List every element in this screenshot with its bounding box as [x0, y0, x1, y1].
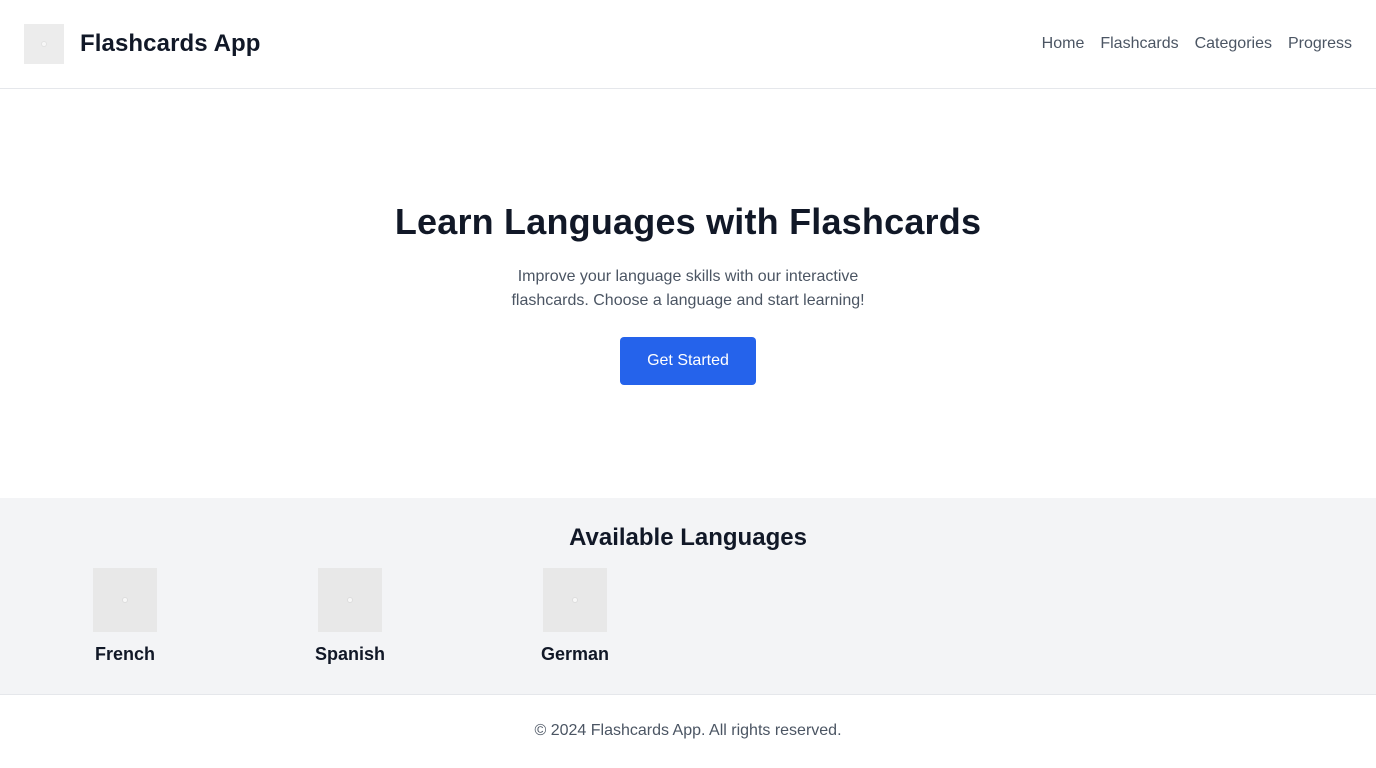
copyright-text: © 2024 Flashcards App. All rights reserv…: [534, 722, 842, 739]
french-flag-icon: [93, 568, 157, 632]
brand[interactable]: Flashcards App: [24, 24, 261, 64]
languages-heading: Available Languages: [569, 524, 807, 551]
site-footer: © 2024 Flashcards App. All rights reserv…: [0, 695, 1376, 767]
hero-section: Learn Languages with Flashcards Improve …: [0, 89, 1376, 498]
nav-link-progress[interactable]: Progress: [1288, 35, 1352, 53]
languages-section: Available Languages French Spanish Germa…: [0, 498, 1376, 695]
nav-link-home[interactable]: Home: [1042, 35, 1085, 53]
hero-description: Improve your language skills with our in…: [511, 268, 865, 309]
nav-link-categories[interactable]: Categories: [1195, 35, 1272, 53]
german-flag-icon: [543, 568, 607, 632]
get-started-button[interactable]: Get Started: [620, 337, 756, 385]
language-card-german[interactable]: German: [540, 568, 610, 665]
spanish-flag-icon: [318, 568, 382, 632]
language-name: German: [540, 644, 610, 664]
hero-title: Learn Languages with Flashcards: [394, 201, 982, 242]
language-card-french[interactable]: French: [93, 568, 157, 665]
language-name: Spanish: [315, 644, 386, 664]
language-list: French Spanish German: [0, 568, 1376, 665]
app-title: Flashcards App: [80, 30, 261, 57]
app-logo-icon: [24, 24, 64, 64]
language-name: French: [94, 644, 155, 664]
nav-link-flashcards[interactable]: Flashcards: [1100, 35, 1178, 53]
site-header: Flashcards App Home Flashcards Categorie…: [0, 0, 1376, 89]
language-card-spanish[interactable]: Spanish: [315, 568, 386, 665]
main-nav: Home Flashcards Categories Progress: [1042, 35, 1352, 53]
